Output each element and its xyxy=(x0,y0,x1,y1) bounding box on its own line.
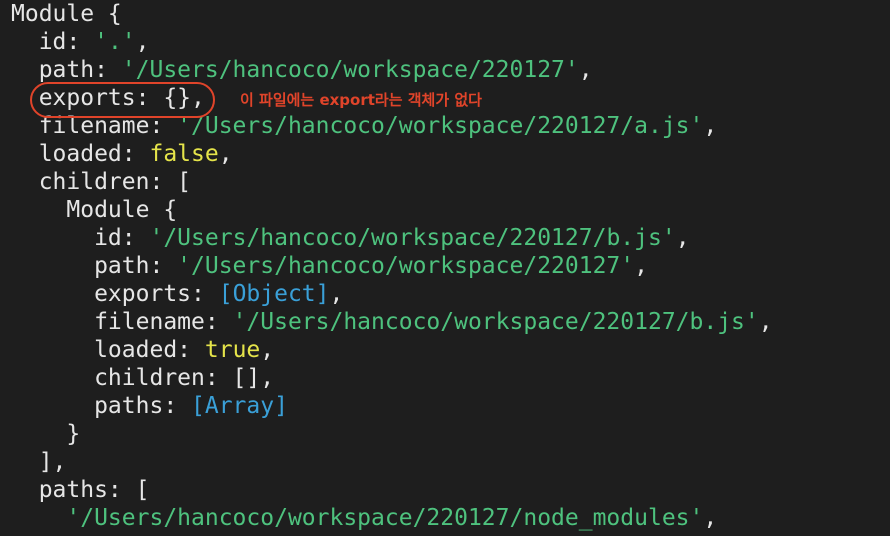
code-token: [Object] xyxy=(218,281,330,307)
code-line: paths: [ xyxy=(11,476,150,504)
code-line: id: '/Users/hancoco/workspace/220127/b.j… xyxy=(11,224,690,252)
code-token: '/Users/hancoco/workspace/220127/b.js' xyxy=(232,309,759,335)
code-line: '/Users/hancoco/workspace/220127/node_mo… xyxy=(11,504,717,532)
code-line: ], xyxy=(11,448,67,476)
code-line: children: [], xyxy=(11,364,274,392)
code-token: id: xyxy=(11,29,95,55)
code-token: children: [], xyxy=(11,365,275,391)
code-token: '/Users/hancoco/workspace/220127' xyxy=(121,57,579,83)
code-token: filename: xyxy=(11,309,233,335)
code-token: loaded: xyxy=(11,337,205,363)
terminal-output: Module { id: '.', path: '/Users/hancoco/… xyxy=(0,0,890,536)
code-token: '/Users/hancoco/workspace/220127/b.js' xyxy=(149,225,676,251)
code-line: id: '.', xyxy=(11,28,150,56)
code-line: loaded: false, xyxy=(11,140,233,168)
code-token: , xyxy=(578,57,593,83)
annotation-circle xyxy=(30,82,215,118)
code-token: , xyxy=(218,141,233,167)
code-line: filename: '/Users/hancoco/workspace/2201… xyxy=(11,308,773,336)
code-token: true xyxy=(204,337,261,363)
code-token: '/Users/hancoco/workspace/220127/node_mo… xyxy=(66,505,704,531)
code-token: } xyxy=(11,421,81,447)
code-token: paths: xyxy=(11,393,192,419)
annotation-note: 이 파일에는 export라는 객체가 없다 xyxy=(240,91,482,109)
code-line: path: '/Users/hancoco/workspace/220127', xyxy=(11,56,593,84)
code-line: children: [ xyxy=(11,168,191,196)
code-token: '/Users/hancoco/workspace/220127' xyxy=(177,253,635,279)
code-token: ], xyxy=(11,449,67,475)
code-line: Module { xyxy=(11,196,177,224)
code-line: exports: [Object], xyxy=(11,280,343,308)
code-token: false xyxy=(149,141,219,167)
code-token: , xyxy=(703,505,718,531)
code-token: , xyxy=(260,337,275,363)
code-token: children: [ xyxy=(11,169,192,195)
code-token: id: xyxy=(11,225,150,251)
code-token: paths: [ xyxy=(11,477,150,503)
code-token: Module { xyxy=(11,197,178,223)
code-token: path: xyxy=(11,253,178,279)
code-token: exports: xyxy=(11,281,219,307)
code-token: , xyxy=(634,253,648,279)
code-token: '/Users/hancoco/workspace/220127/a.js' xyxy=(177,113,704,139)
code-line: } xyxy=(11,420,80,448)
code-token: , xyxy=(135,29,150,55)
code-line: loaded: true, xyxy=(11,336,274,364)
code-token: [Array] xyxy=(191,393,288,419)
code-token: path: xyxy=(11,57,122,83)
code-line: path: '/Users/hancoco/workspace/220127', xyxy=(11,252,648,280)
code-line: Module { xyxy=(11,0,122,28)
code-token: Module { xyxy=(11,1,122,27)
code-token: '.' xyxy=(94,29,136,55)
code-line: paths: [Array] xyxy=(11,392,288,420)
code-token: loaded: xyxy=(11,141,150,167)
code-token: , xyxy=(329,281,344,307)
code-token: , xyxy=(675,225,690,251)
code-token: , xyxy=(758,309,773,335)
code-token: , xyxy=(703,113,718,139)
